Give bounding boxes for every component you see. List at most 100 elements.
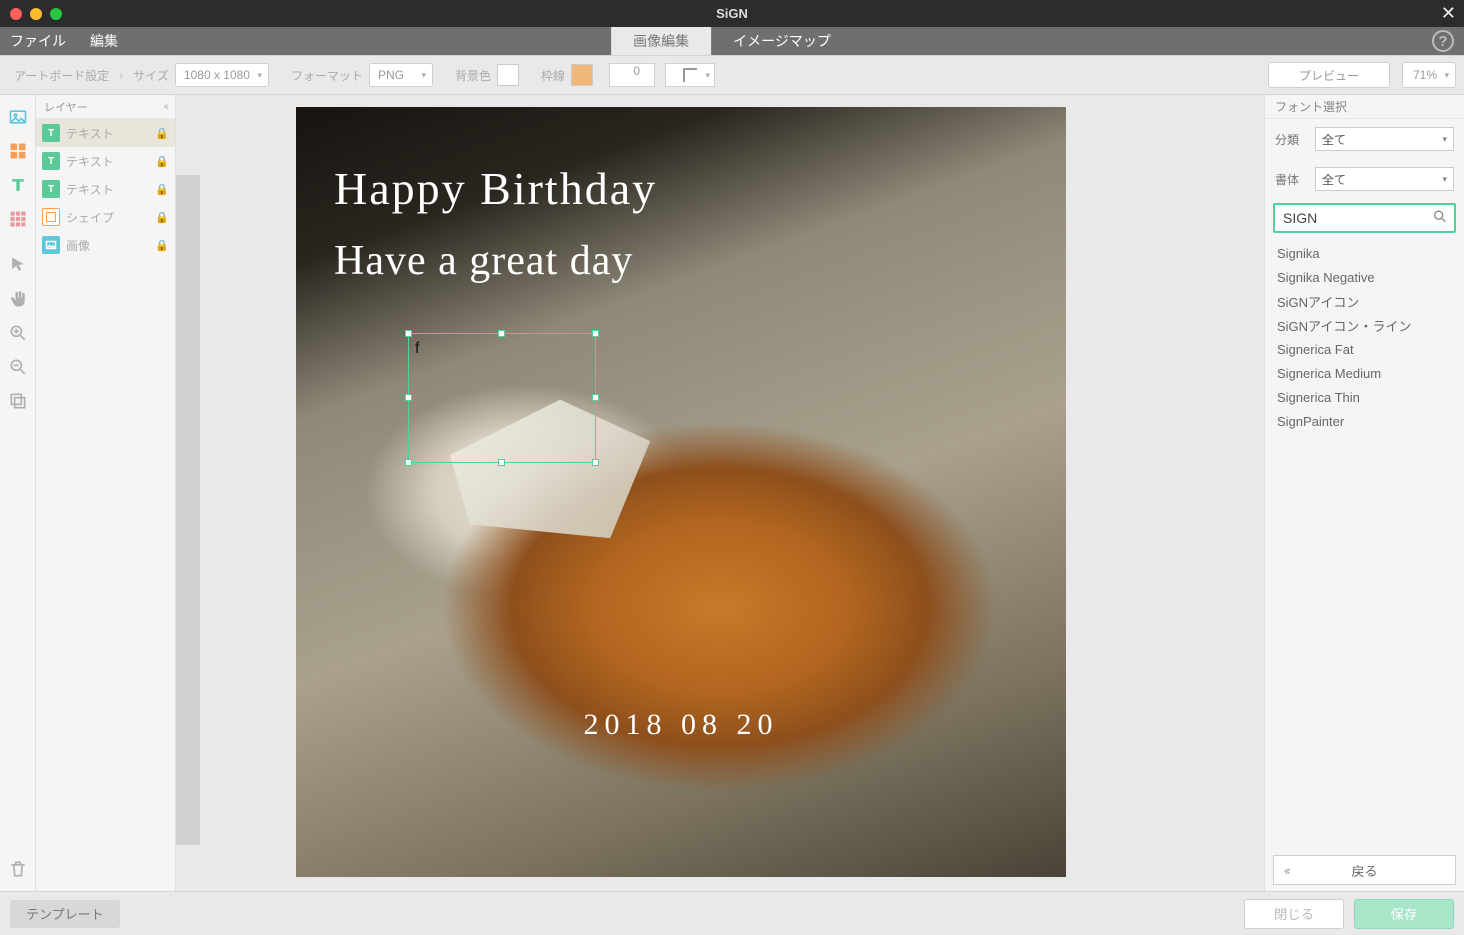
font-category-value: 全て bbox=[1322, 131, 1346, 148]
help-icon[interactable]: ? bbox=[1432, 30, 1454, 52]
window-minimize[interactable] bbox=[30, 8, 42, 20]
font-search-input[interactable] bbox=[1273, 203, 1456, 233]
lock-icon[interactable]: 🔒 bbox=[155, 239, 169, 252]
font-item[interactable]: SiGNアイコン bbox=[1277, 289, 1464, 313]
border-label: 枠線 bbox=[541, 67, 565, 84]
tool-shapes[interactable] bbox=[4, 137, 32, 165]
handle-tm[interactable] bbox=[498, 330, 505, 337]
font-item[interactable]: SignPainter bbox=[1277, 409, 1464, 433]
artboard-settings-label[interactable]: アートボード設定 bbox=[14, 67, 109, 84]
menu-file[interactable]: ファイル bbox=[10, 31, 66, 51]
tool-image[interactable] bbox=[4, 103, 32, 131]
format-value: PNG bbox=[378, 68, 404, 82]
trash-icon[interactable] bbox=[4, 855, 32, 883]
size-value: 1080 x 1080 bbox=[184, 68, 250, 82]
font-weight-label: 書体 bbox=[1275, 171, 1315, 188]
handle-bm[interactable] bbox=[498, 459, 505, 466]
zoom-value: 71% bbox=[1413, 68, 1437, 82]
font-item[interactable]: Signerica Fat bbox=[1277, 337, 1464, 361]
font-weight-select[interactable]: 全て bbox=[1315, 167, 1454, 191]
canvas-area[interactable]: Happy Birthday Have a great day 2018 08 … bbox=[176, 95, 1264, 891]
handle-ml[interactable] bbox=[405, 394, 412, 401]
tool-duplicate[interactable] bbox=[4, 387, 32, 415]
back-label: 戻る bbox=[1351, 861, 1377, 880]
close-button[interactable]: 閉じる bbox=[1244, 899, 1344, 929]
close-icon[interactable]: ✕ bbox=[1441, 3, 1456, 24]
layer-label: シェイプ bbox=[66, 209, 114, 226]
breadcrumb-sep: › bbox=[119, 68, 123, 82]
layer-row[interactable]: 画像🔒 bbox=[36, 231, 175, 259]
handle-tl[interactable] bbox=[405, 330, 412, 337]
layers-collapse-icon[interactable]: ‹‹ bbox=[164, 101, 167, 113]
lock-icon[interactable]: 🔒 bbox=[155, 155, 169, 168]
font-category-label: 分類 bbox=[1275, 131, 1315, 148]
layer-row[interactable]: Tテキスト🔒 bbox=[36, 175, 175, 203]
selected-text-content[interactable]: f bbox=[415, 340, 419, 358]
corner-style-select[interactable] bbox=[665, 63, 715, 87]
handle-tr[interactable] bbox=[592, 330, 599, 337]
handle-br[interactable] bbox=[592, 459, 599, 466]
lock-icon[interactable]: 🔒 bbox=[155, 127, 169, 140]
tool-text[interactable] bbox=[4, 171, 32, 199]
menu-edit[interactable]: 編集 bbox=[90, 31, 118, 51]
tool-zoom-out[interactable] bbox=[4, 353, 32, 381]
artboard[interactable]: Happy Birthday Have a great day 2018 08 … bbox=[296, 107, 1066, 877]
size-select[interactable]: 1080 x 1080 bbox=[175, 63, 269, 87]
tool-zoom-in[interactable] bbox=[4, 319, 32, 347]
window-controls bbox=[0, 8, 62, 20]
tool-hand[interactable] bbox=[4, 285, 32, 313]
format-label: フォーマット bbox=[291, 67, 363, 84]
font-category-select[interactable]: 全て bbox=[1315, 127, 1454, 151]
layers-header: レイヤー ‹‹ bbox=[36, 95, 175, 119]
font-item[interactable]: Signika Negative bbox=[1277, 265, 1464, 289]
border-width-value: 0 bbox=[633, 64, 640, 78]
border-color-swatch[interactable] bbox=[571, 64, 593, 86]
bgcolor-swatch[interactable] bbox=[497, 64, 519, 86]
layers-title: レイヤー bbox=[44, 99, 88, 115]
font-panel: フォント選択 分類 全て 書体 全て SignikaSignika Negati… bbox=[1264, 95, 1464, 891]
menubar: ファイル 編集 画像編集 イメージマップ ? bbox=[0, 27, 1464, 55]
chevron-left-icon: ‹‹ bbox=[1284, 863, 1289, 878]
format-select[interactable]: PNG bbox=[369, 63, 433, 87]
background-image bbox=[296, 107, 1066, 877]
scrollbar[interactable] bbox=[176, 175, 200, 845]
lock-icon[interactable]: 🔒 bbox=[155, 183, 169, 196]
save-button[interactable]: 保存 bbox=[1354, 899, 1454, 929]
layer-row[interactable]: Tテキスト🔒 bbox=[36, 119, 175, 147]
font-item[interactable]: Signerica Thin bbox=[1277, 385, 1464, 409]
layer-row[interactable]: シェイプ 🔒 bbox=[36, 203, 175, 231]
toolbar: アートボード設定 › サイズ 1080 x 1080 フォーマット PNG 背景… bbox=[0, 55, 1464, 95]
tab-bar: 画像編集 イメージマップ bbox=[611, 27, 853, 55]
font-item[interactable]: SiGNアイコン・ライン bbox=[1277, 313, 1464, 337]
size-label: サイズ bbox=[133, 67, 169, 84]
canvas-text-heading[interactable]: Happy Birthday bbox=[334, 162, 657, 215]
font-item[interactable]: Signerica Medium bbox=[1277, 361, 1464, 385]
font-item[interactable]: Signika bbox=[1277, 241, 1464, 265]
layer-label: テキスト bbox=[66, 153, 114, 170]
tool-pointer[interactable] bbox=[4, 251, 32, 279]
border-width-input[interactable]: 0 bbox=[609, 63, 655, 87]
search-icon[interactable] bbox=[1432, 209, 1448, 228]
tool-rail bbox=[0, 95, 36, 891]
lock-icon[interactable]: 🔒 bbox=[155, 211, 169, 224]
layer-label: テキスト bbox=[66, 181, 114, 198]
tab-image-map[interactable]: イメージマップ bbox=[711, 27, 853, 55]
layer-row[interactable]: Tテキスト🔒 bbox=[36, 147, 175, 175]
text-layer-icon: T bbox=[42, 124, 60, 142]
tool-grid[interactable] bbox=[4, 205, 32, 233]
canvas-text-date[interactable]: 2018 08 20 bbox=[584, 708, 779, 742]
window-zoom[interactable] bbox=[50, 8, 62, 20]
app-title: SiGN bbox=[716, 6, 748, 21]
handle-mr[interactable] bbox=[592, 394, 599, 401]
layers-panel: レイヤー ‹‹ Tテキスト🔒Tテキスト🔒Tテキスト🔒シェイプ🔒画像🔒 bbox=[36, 95, 176, 891]
selection-box[interactable]: f bbox=[408, 333, 596, 463]
zoom-select[interactable]: 71% bbox=[1402, 62, 1456, 88]
preview-button[interactable]: プレビュー bbox=[1268, 62, 1390, 88]
template-button[interactable]: テンプレート bbox=[10, 900, 120, 928]
window-close[interactable] bbox=[10, 8, 22, 20]
back-button[interactable]: ‹‹ 戻る bbox=[1273, 855, 1456, 885]
font-list: SignikaSignika NegativeSiGNアイコンSiGNアイコン・… bbox=[1265, 237, 1464, 849]
canvas-text-subheading[interactable]: Have a great day bbox=[334, 237, 633, 285]
handle-bl[interactable] bbox=[405, 459, 412, 466]
tab-image-edit[interactable]: 画像編集 bbox=[611, 27, 711, 55]
